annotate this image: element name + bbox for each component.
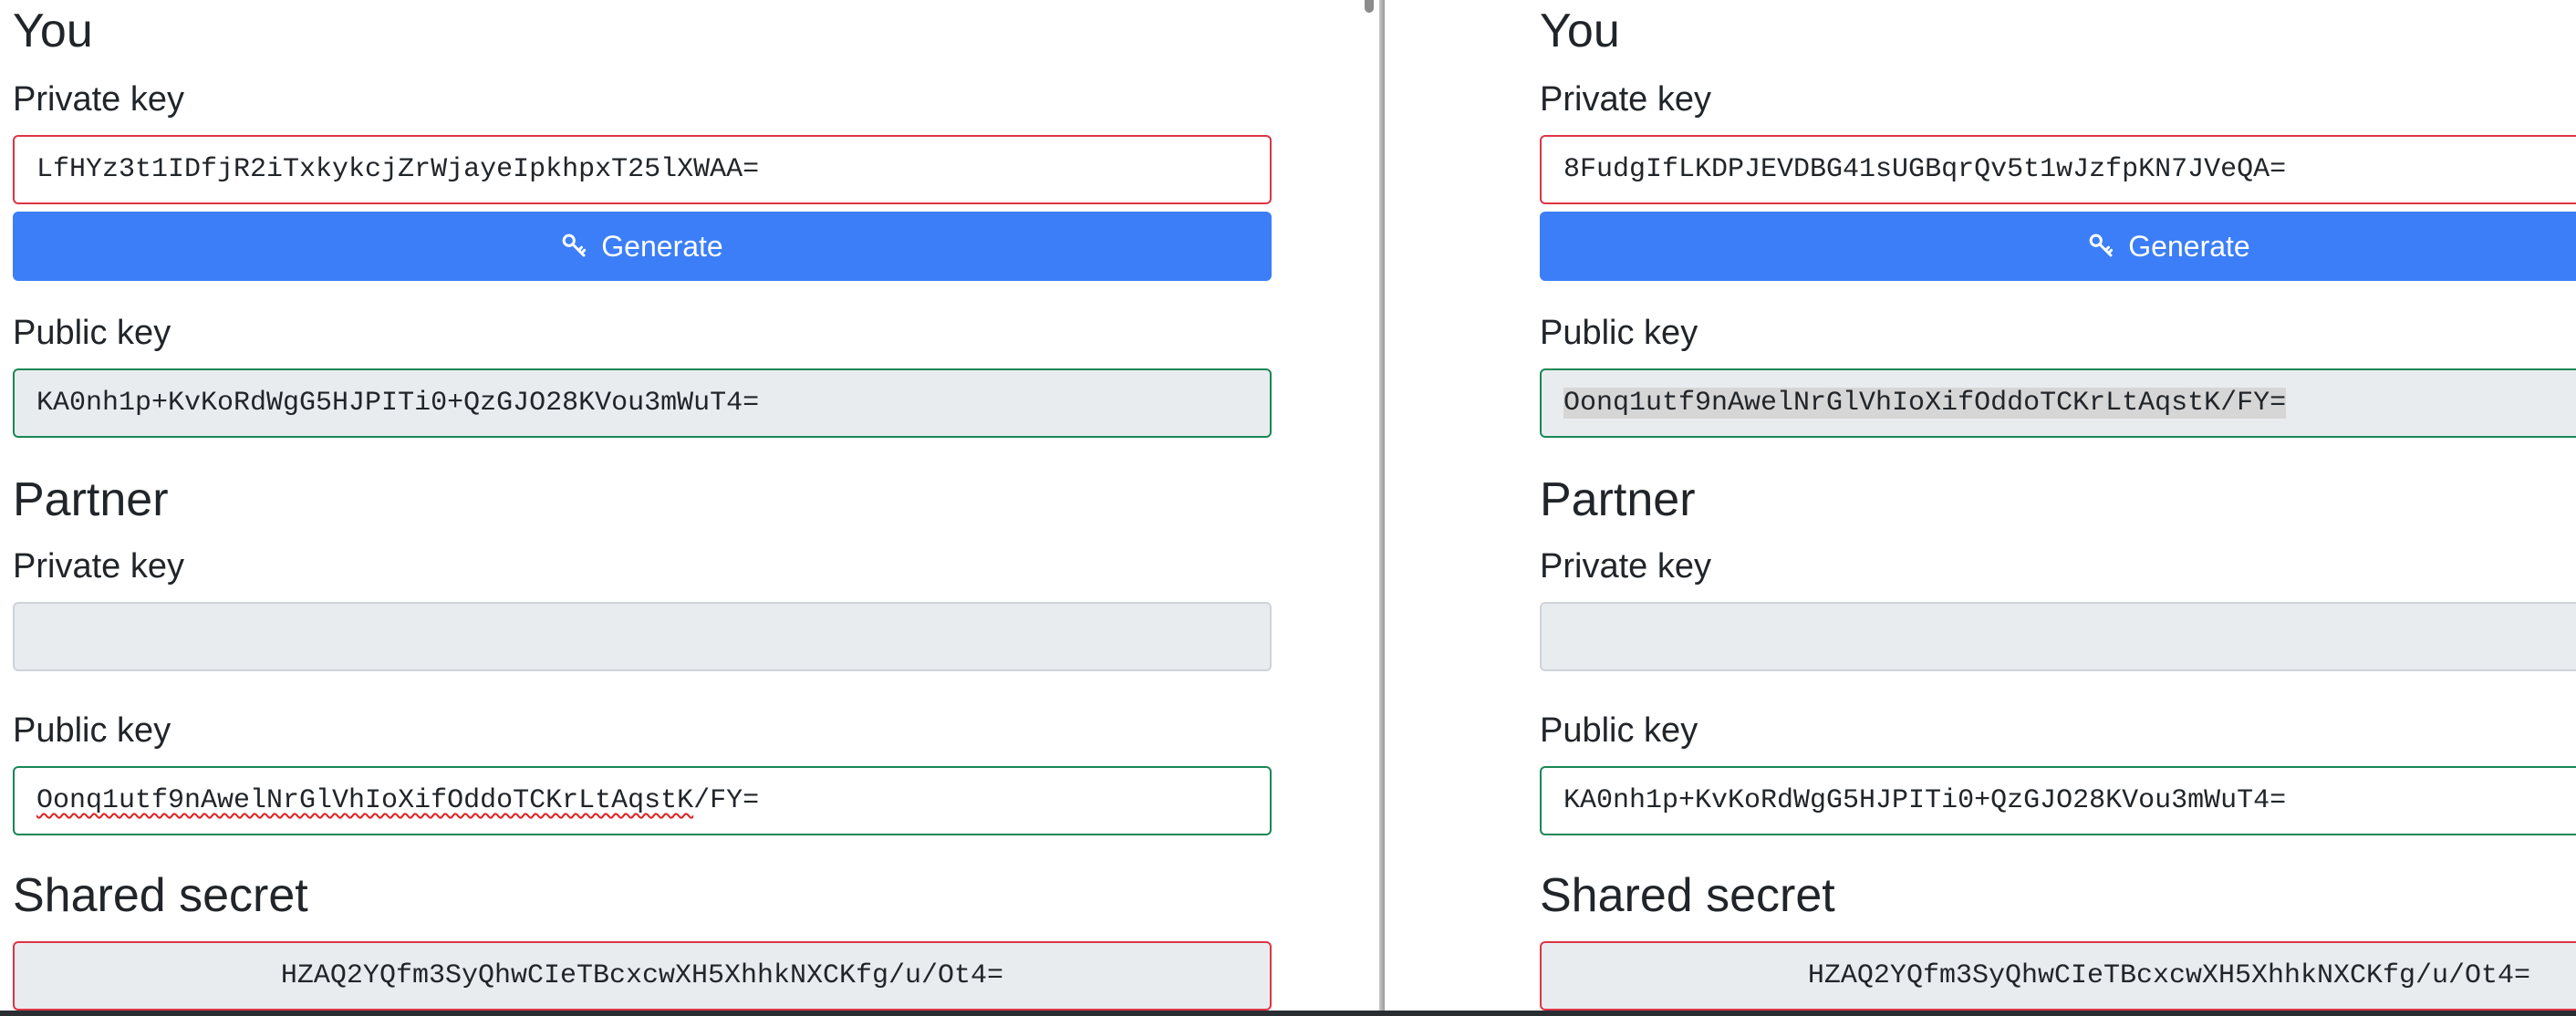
- generate-button-label: Generate: [2128, 229, 2250, 263]
- shared-secret-heading: Shared secret: [13, 869, 308, 922]
- left-window: You Private key LfHYz3t1IDfjR2iTxkykcjZr…: [0, 0, 1379, 1014]
- partner-private-key-field[interactable]: [13, 602, 1272, 671]
- key-icon: [562, 233, 587, 257]
- shared-secret-field[interactable]: HZAQ2YQfm3SyQhwCIeTBcxcwXH5XhhkNXCKfg/u/…: [1540, 941, 2576, 1011]
- generate-button-label: Generate: [601, 229, 723, 263]
- scrollbar-thumb[interactable]: [1365, 0, 1374, 13]
- you-private-key-label: Private key: [13, 80, 184, 119]
- desktop-edge: [0, 1011, 2576, 1016]
- you-private-key-input[interactable]: LfHYz3t1IDfjR2iTxkykcjZrWjayeIpkhpxT25lX…: [13, 135, 1272, 204]
- you-heading: You: [13, 5, 93, 57]
- shared-secret-heading: Shared secret: [1540, 869, 1835, 922]
- you-public-key-label: Public key: [13, 314, 171, 352]
- partner-private-key-label: Private key: [13, 547, 184, 586]
- partner-private-key-field[interactable]: [1540, 602, 2576, 671]
- key-icon: [2089, 233, 2114, 257]
- you-private-key-input[interactable]: 8FudgIfLKDPJEVDBG41sUGBqrQv5t1wJzfpKN7JV…: [1540, 135, 2576, 204]
- you-public-key-label: Public key: [1540, 314, 1698, 352]
- partner-public-key-label: Public key: [13, 711, 171, 750]
- you-heading: You: [1540, 5, 1620, 57]
- partner-public-key-input[interactable]: Oonq1utf9nAwelNrGlVhIoXifOddoTCKrLtAqstK…: [13, 766, 1272, 835]
- partner-heading: Partner: [1540, 473, 1696, 526]
- partner-public-key-misspelled: Oonq1utf9nAwelNrGlVhIoXifOddoTCKrLtAqstK: [36, 785, 694, 816]
- partner-public-key-label: Public key: [1540, 711, 1698, 750]
- you-private-key-label: Private key: [1540, 80, 1711, 119]
- right-window: You Private key 8FudgIfLKDPJEVDBG41sUGBq…: [1385, 0, 2576, 1014]
- you-public-key-field[interactable]: KA0nh1p+KvKoRdWgG5HJPITi0+QzGJO28KVou3mW…: [13, 368, 1272, 438]
- partner-public-key-input[interactable]: KA0nh1p+KvKoRdWgG5HJPITi0+QzGJO28KVou3mW…: [1540, 766, 2576, 835]
- shared-secret-field[interactable]: HZAQ2YQfm3SyQhwCIeTBcxcwXH5XhhkNXCKfg/u/…: [13, 941, 1272, 1011]
- you-public-key-field[interactable]: Oonq1utf9nAwelNrGlVhIoXifOddoTCKrLtAqstK…: [1540, 368, 2576, 438]
- generate-button[interactable]: Generate: [1540, 212, 2576, 281]
- partner-heading: Partner: [13, 473, 169, 526]
- partner-public-key-rest: /FY=: [693, 785, 760, 816]
- generate-button[interactable]: Generate: [13, 212, 1272, 281]
- partner-private-key-label: Private key: [1540, 547, 1711, 586]
- you-public-key-selected-text: Oonq1utf9nAwelNrGlVhIoXifOddoTCKrLtAqstK…: [1563, 388, 2287, 419]
